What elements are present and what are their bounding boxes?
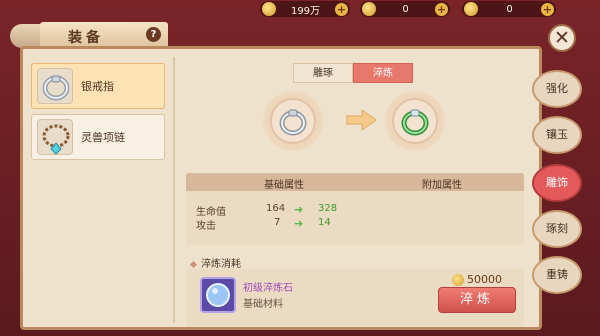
gold-cost-value: 50000 — [467, 273, 502, 286]
attribute-name: 攻击 — [196, 221, 216, 232]
attribute-old-value: 164 — [266, 203, 286, 214]
currency-token: 0 + — [462, 1, 556, 17]
add-gem-button[interactable]: + — [435, 2, 448, 16]
page-title: 装备 — [68, 30, 104, 46]
cost-section-title: 淬炼消耗 — [189, 255, 241, 270]
attribute-table: 基础属性 附加属性 生命值 164 ➜ 328 攻击 7 ➜ 14 — [186, 173, 524, 245]
currency-gold: 199万 + — [260, 1, 350, 17]
side-tab-recast[interactable]: 重铸 — [532, 256, 582, 294]
currency-gem-value: 0 — [402, 3, 409, 15]
extra-attribute-header: 附加属性 — [422, 180, 462, 191]
currency-gem: 0 + — [360, 1, 450, 17]
currency-gold-value: 199万 — [290, 5, 321, 17]
add-gold-button[interactable]: + — [335, 2, 348, 16]
upgrade-arrow-icon — [346, 110, 376, 130]
equipment-panel: 银戒指 灵兽项链 雕琢 淬炼 基础属性 附加属性 生命值 164 ➜ 328 攻… — [20, 46, 542, 330]
equipment-list: 银戒指 灵兽项链 — [31, 57, 165, 323]
refine-stone-icon[interactable] — [200, 277, 236, 313]
equipment-item-necklace[interactable]: 灵兽项链 — [31, 114, 165, 160]
necklace-icon — [37, 119, 73, 155]
attribute-new-value: 328 — [318, 203, 338, 214]
side-tab-strengthen[interactable]: 强化 — [532, 70, 582, 108]
attribute-row: 生命值 164 ➜ 328 — [186, 203, 524, 218]
base-attribute-header: 基础属性 — [264, 180, 304, 191]
side-tab-engrave[interactable]: 琢刻 — [532, 210, 582, 248]
equipment-item-label: 银戒指 — [81, 80, 114, 93]
upgrade-arrow-icon: ➜ — [294, 217, 304, 230]
gem-icon — [362, 2, 376, 16]
close-button[interactable]: ✕ — [548, 24, 576, 52]
gold-coin-icon — [452, 273, 464, 286]
attribute-table-header: 基础属性 附加属性 — [186, 173, 524, 191]
ring-after — [385, 91, 445, 151]
refine-button[interactable]: 淬炼 — [438, 287, 516, 313]
tab-refine[interactable]: 淬炼 — [353, 63, 413, 83]
cost-box: 初级淬炼石 基础材料 50000 淬炼 — [186, 269, 524, 327]
gold-cost: 50000 — [452, 273, 502, 286]
attribute-old-value: 7 — [274, 217, 281, 228]
tab-carve[interactable]: 雕琢 — [293, 63, 353, 83]
currency-token-value: 0 — [506, 3, 513, 15]
green-ring-icon — [392, 98, 438, 144]
silver-ring-icon — [270, 98, 316, 144]
help-button[interactable]: ? — [146, 27, 161, 42]
side-tab-decorate[interactable]: 雕饰 — [532, 164, 582, 202]
currency-bar: 199万 + 0 + 0 + — [250, 0, 600, 18]
add-token-button[interactable]: + — [541, 2, 554, 16]
ring-before — [263, 91, 323, 151]
diamond-bullet-icon — [189, 260, 198, 269]
attribute-row: 攻击 7 ➜ 14 — [186, 217, 524, 232]
material-type: 基础材料 — [243, 299, 283, 310]
attribute-name: 生命值 — [196, 207, 226, 218]
gold-coin-icon — [262, 2, 276, 16]
equipment-item-silver-ring[interactable]: 银戒指 — [31, 63, 165, 109]
token-icon — [464, 2, 478, 16]
upgrade-arrow-icon: ➜ — [294, 203, 304, 216]
material-name: 初级淬炼石 — [243, 283, 293, 294]
attribute-new-value: 14 — [318, 217, 331, 228]
silver-ring-icon — [37, 68, 73, 104]
side-tab-inlay[interactable]: 镶玉 — [532, 116, 582, 154]
panel-divider — [173, 57, 175, 323]
equipment-item-label: 灵兽项链 — [81, 131, 125, 144]
sub-tabs: 雕琢 淬炼 — [293, 63, 413, 83]
